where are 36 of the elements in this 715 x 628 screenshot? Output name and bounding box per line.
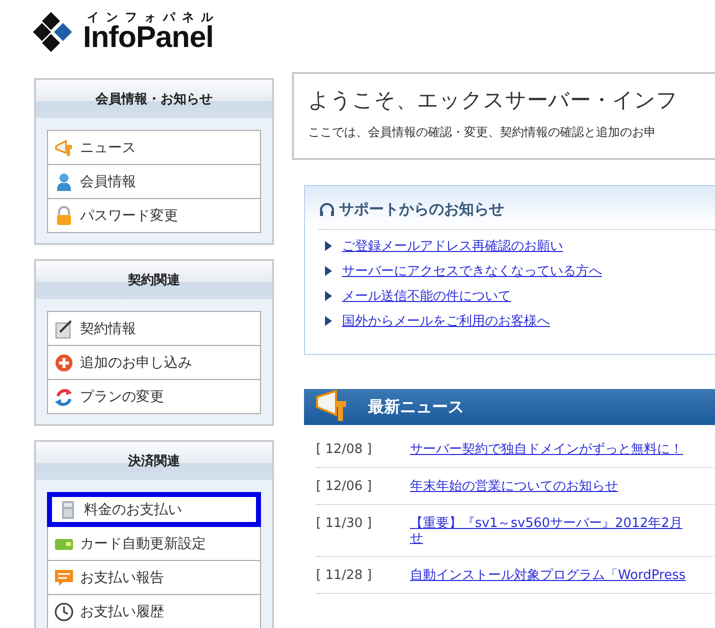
news-link[interactable]: 【重要】『sv1～sv560サーバー』2012年2月	[410, 516, 682, 531]
triangle-bullet-icon	[325, 291, 332, 301]
logo-kana: インフォパネル	[87, 11, 220, 23]
news-link[interactable]: サーバー契約で独自ドメインがずっと無料に！	[410, 442, 683, 457]
plus-circle-icon	[54, 352, 74, 372]
lock-icon	[54, 206, 74, 226]
news-link[interactable]: 自動インストール対象プログラム「WordPress	[410, 568, 686, 583]
news-title: 最新ニュース	[368, 396, 464, 418]
triangle-bullet-icon	[325, 266, 332, 276]
news-link[interactable]: 年末年始の営業についてのお知らせ	[410, 479, 618, 494]
news-date: [ 11/28 ]	[316, 568, 373, 583]
headset-icon	[319, 202, 335, 218]
document-pen-icon	[54, 318, 74, 338]
cycle-arrows-icon	[54, 386, 74, 406]
sidebar-item[interactable]: 料金のお支払い	[48, 493, 260, 526]
speech-bubble-icon	[54, 568, 74, 588]
megaphone-icon	[54, 138, 74, 158]
panel-title: 会員情報・お知らせ	[36, 80, 272, 118]
panel-title: 契約関連	[36, 261, 272, 299]
news-date: [ 11/30 ]	[316, 516, 373, 533]
logo-text: InfoPanel	[83, 23, 215, 53]
support-title: サポートからのお知らせ	[339, 200, 504, 219]
support-link[interactable]: メール送信不能の件について	[342, 287, 511, 305]
news-link[interactable]: せ	[410, 531, 682, 546]
news-date: [ 12/08 ]	[316, 442, 373, 457]
triangle-bullet-icon	[325, 316, 332, 326]
support-link[interactable]: サーバーにアクセスできなくなっている方へ	[342, 262, 602, 280]
news-date: [ 12/06 ]	[316, 479, 373, 494]
support-link[interactable]: ご登録メールアドレス再確認のお願い	[342, 237, 563, 255]
support-link[interactable]: 国外からメールをご利用のお客様へ	[342, 312, 550, 330]
clock-icon	[54, 602, 74, 622]
panel-title: 決済関連	[36, 442, 272, 480]
welcome-title: ようこそ、エックスサーバー・インフ	[308, 87, 679, 114]
person-icon	[54, 172, 74, 192]
welcome-text: ここでは、会員情報の確認・変更、契約情報の確認と追加のお申	[308, 124, 657, 141]
triangle-bullet-icon	[325, 241, 332, 251]
